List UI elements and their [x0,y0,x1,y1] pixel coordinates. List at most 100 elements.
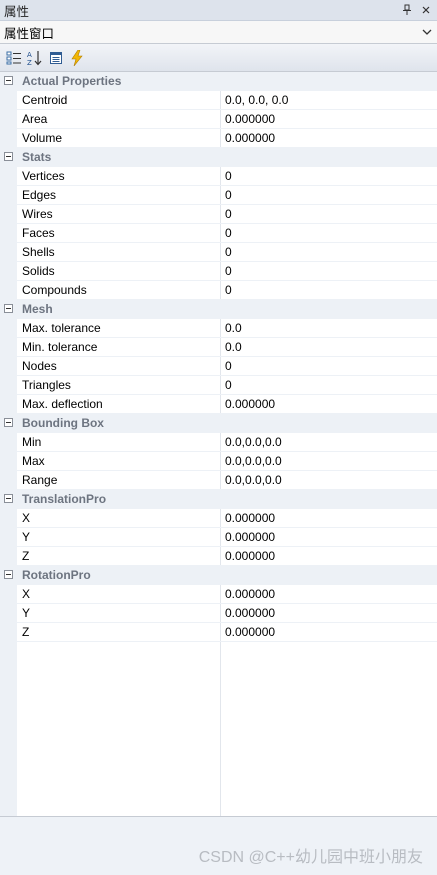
property-value[interactable]: 0 [225,264,433,278]
watermark-text: CSDN @C++幼儿园中班小朋友 [198,849,423,866]
property-value[interactable]: 0 [225,169,433,183]
property-row[interactable]: Volume 0.000000 [0,129,437,148]
category-label: Actual Properties [22,74,122,88]
property-value[interactable]: 0.0 [225,340,433,354]
category-label: Stats [22,150,52,164]
category-row[interactable]: Bounding Box [0,414,437,433]
property-row[interactable]: Min. tolerance 0.0 [0,338,437,357]
property-name: Max. tolerance [22,321,101,335]
property-name: Triangles [22,378,71,392]
property-value[interactable]: 0.0,0.0,0.0 [225,454,433,468]
property-row[interactable]: Max 0.0,0.0,0.0 [0,452,437,471]
collapse-icon[interactable] [4,152,13,161]
property-name: Nodes [22,359,57,373]
property-value[interactable]: 0 [225,188,433,202]
property-name: X [22,511,31,525]
category-label: RotationPro [22,568,91,582]
property-row[interactable]: Wires 0 [0,205,437,224]
property-name: Min [22,435,42,449]
category-row[interactable]: Mesh [0,300,437,319]
property-row[interactable]: Faces 0 [0,224,437,243]
close-icon[interactable] [418,2,434,18]
property-value[interactable]: 0.000000 [225,131,433,145]
category-label: TranslationPro [22,492,107,506]
property-value[interactable]: 0.0,0.0,0.0 [225,473,433,487]
property-rows: Actual Properties Centroid 0.0, 0.0, 0.0 Ar… [0,72,437,642]
object-selector-combo[interactable]: 属性窗口 [0,21,437,44]
property-value[interactable]: 0 [225,378,433,392]
property-value[interactable]: 0.000000 [225,549,433,563]
property-row[interactable]: Vertices 0 [0,167,437,186]
property-row[interactable]: Nodes 0 [0,357,437,376]
property-value[interactable]: 0 [225,283,433,297]
property-row[interactable]: Solids 0 [0,262,437,281]
property-value[interactable]: 0.000000 [225,625,433,639]
property-row[interactable]: Range 0.0,0.0,0.0 [0,471,437,490]
property-name: Max. deflection [22,397,103,411]
property-pages-icon[interactable] [46,48,66,68]
property-name: Edges [22,188,57,202]
property-value[interactable]: 0.0, 0.0, 0.0 [225,93,433,107]
collapse-icon[interactable] [4,76,13,85]
description-panel: CSDN @C++幼儿园中班小朋友 [0,816,437,875]
collapse-icon[interactable] [4,494,13,503]
property-value[interactable]: 0.000000 [225,397,433,411]
collapse-icon[interactable] [4,570,13,579]
property-value[interactable]: 0 [225,207,433,221]
property-row[interactable]: Triangles 0 [0,376,437,395]
property-value[interactable]: 0.000000 [225,530,433,544]
property-name: Y [22,606,31,620]
property-name: Volume [22,131,63,145]
pin-icon[interactable] [399,2,415,18]
property-row[interactable]: Z 0.000000 [0,623,437,642]
property-value[interactable]: 0 [225,245,433,259]
property-row[interactable]: Area 0.000000 [0,110,437,129]
property-name: Solids [22,264,55,278]
svg-text:A: A [27,51,32,59]
property-name: Z [22,549,30,563]
events-lightning-icon[interactable] [67,48,87,68]
sort-alphabetical-icon[interactable]: A Z [25,48,45,68]
property-name: Range [22,473,58,487]
category-row[interactable]: Stats [0,148,437,167]
property-row[interactable]: Edges 0 [0,186,437,205]
property-row[interactable]: Compounds 0 [0,281,437,300]
property-row[interactable]: Z 0.000000 [0,547,437,566]
property-value[interactable]: 0.000000 [225,112,433,126]
combo-value: 属性窗口 [4,26,55,41]
categorized-icon[interactable] [4,48,24,68]
property-row[interactable]: Max. deflection 0.000000 [0,395,437,414]
property-row[interactable]: X 0.000000 [0,585,437,604]
svg-text:Z: Z [27,59,32,66]
property-value[interactable]: 0 [225,359,433,373]
property-name: Centroid [22,93,68,107]
property-value[interactable]: 0 [225,226,433,240]
property-name: Faces [22,226,55,240]
property-name: Min. tolerance [22,340,98,354]
collapse-icon[interactable] [4,304,13,313]
property-value[interactable]: 0.0,0.0,0.0 [225,435,433,449]
chevron-down-icon[interactable] [417,29,437,35]
category-row[interactable]: TranslationPro [0,490,437,509]
property-name: Shells [22,245,55,259]
property-name: Compounds [22,283,87,297]
category-row[interactable]: Actual Properties [0,72,437,91]
property-row[interactable]: Max. tolerance 0.0 [0,319,437,338]
category-label: Mesh [22,302,53,316]
property-grid: Actual Properties Centroid 0.0, 0.0, 0.0 Ar… [0,72,437,816]
property-value[interactable]: 0.000000 [225,606,433,620]
property-value[interactable]: 0.000000 [225,511,433,525]
property-row[interactable]: Min 0.0,0.0,0.0 [0,433,437,452]
property-row[interactable]: Y 0.000000 [0,604,437,623]
category-row[interactable]: RotationPro [0,566,437,585]
property-row[interactable]: Y 0.000000 [0,528,437,547]
property-name: Area [22,112,48,126]
collapse-icon[interactable] [4,418,13,427]
property-name: Z [22,625,30,639]
property-row[interactable]: Centroid 0.0, 0.0, 0.0 [0,91,437,110]
property-row[interactable]: X 0.000000 [0,509,437,528]
property-row[interactable]: Shells 0 [0,243,437,262]
property-value[interactable]: 0.000000 [225,587,433,601]
property-value[interactable]: 0.0 [225,321,433,335]
property-name: X [22,587,31,601]
